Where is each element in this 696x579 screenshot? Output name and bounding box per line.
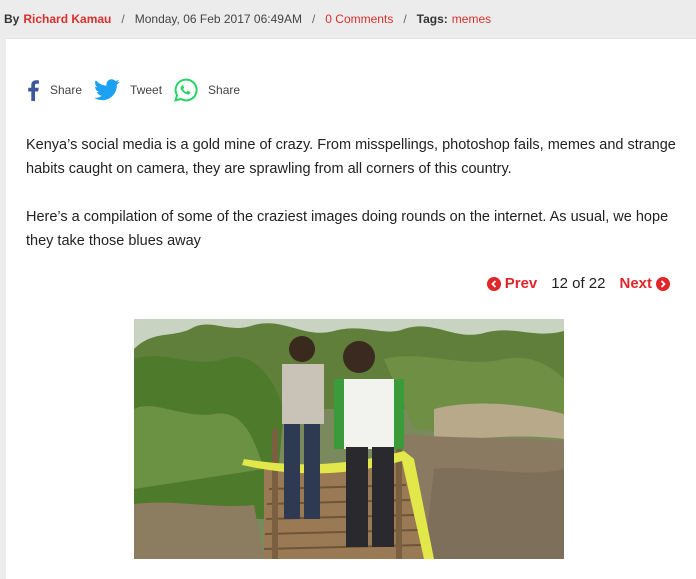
- twitter-share-label: Tweet: [130, 83, 163, 97]
- twitter-icon: [94, 79, 120, 101]
- page-counter: 12 of 22: [551, 275, 606, 292]
- twitter-share-button[interactable]: Tweet: [94, 79, 162, 101]
- gallery-pager: Prev 12 of 22 Next: [486, 275, 670, 292]
- article-meta-bar: By Richard Kamau / Monday, 06 Feb 2017 0…: [0, 0, 696, 38]
- facebook-icon: [26, 79, 40, 101]
- publish-date: Monday, 06 Feb 2017 06:49AM: [134, 12, 302, 26]
- facebook-share-label: Share: [50, 83, 83, 97]
- meta-separator: /: [121, 12, 125, 26]
- meta-separator: /: [311, 12, 316, 26]
- meta-separator: /: [403, 12, 407, 26]
- next-label: Next: [619, 275, 652, 292]
- article-paragraph: Here’s a compilation of some of the craz…: [26, 209, 669, 249]
- article-card: Share Tweet Share Kenya’s social media i…: [6, 38, 696, 579]
- chevron-left-icon: [486, 276, 501, 291]
- prev-label: Prev: [504, 275, 538, 292]
- next-button[interactable]: Next: [619, 275, 670, 292]
- tag-link-memes[interactable]: memes: [452, 12, 491, 26]
- comments-link[interactable]: 0 Comments: [325, 12, 393, 26]
- share-bar: Share Tweet Share: [26, 77, 252, 103]
- chevron-right-icon: [656, 276, 670, 291]
- whatsapp-icon: [174, 78, 198, 102]
- gallery-photo: [134, 319, 564, 559]
- prev-button[interactable]: Prev: [486, 275, 538, 292]
- facebook-share-button[interactable]: Share: [26, 79, 82, 101]
- author-link[interactable]: Richard Kamau: [23, 12, 111, 26]
- whatsapp-share-button[interactable]: Share: [174, 78, 240, 102]
- whatsapp-share-label: Share: [208, 83, 241, 97]
- tags-label: Tags:: [416, 12, 448, 26]
- byline-prefix: By: [4, 12, 20, 26]
- article-paragraph: Kenya’s social media is a gold mine of c…: [26, 137, 676, 177]
